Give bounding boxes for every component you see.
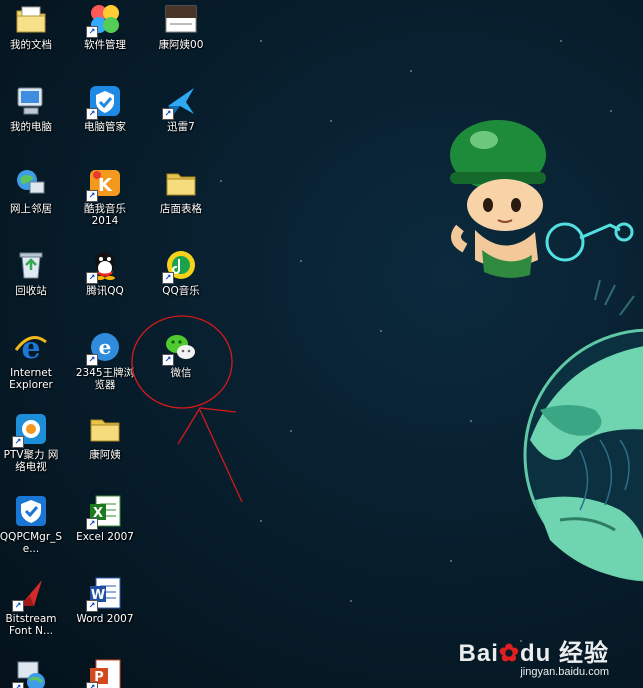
excel-icon: X ↗ (86, 494, 122, 530)
desktop-icon-label: 软件管理 (84, 39, 126, 51)
desktop-icon-my-computer[interactable]: 我的电脑 (0, 84, 62, 133)
desktop-icon-label: 康阿姨00 (158, 39, 204, 51)
shortcut-arrow-icon: ↗ (86, 108, 98, 120)
desktop-icon-label: 我的文档 (10, 39, 52, 51)
folder-icon (164, 166, 198, 200)
paw-icon: ✿ (498, 640, 520, 667)
shortcut-arrow-icon: ↗ (86, 682, 98, 688)
shortcut-arrow-icon: ↗ (12, 682, 24, 688)
desktop-icon-word[interactable]: W ↗ Word 2007 (74, 576, 136, 625)
desktop-icon-label: Bitstream Font N... (5, 613, 57, 637)
pc-manager-shield-icon: ↗ (86, 84, 122, 120)
desktop-icon-powerpoint[interactable]: P ↗ (74, 658, 136, 688)
recycle-bin-icon (14, 248, 48, 282)
desktop-icon-label: Internet Explorer (9, 367, 53, 391)
desktop-icon-pptv[interactable]: ↗ PTV聚力 网 络电视 (0, 412, 62, 473)
shortcut-arrow-icon: ↗ (162, 272, 174, 284)
desktop-icon-my-documents-folder[interactable]: 我的文档 (0, 2, 62, 51)
qq-penguin-icon: ↗ (86, 248, 122, 284)
desktop-icon-document-thumbnail[interactable]: 康阿姨00 (150, 2, 212, 51)
desktop-icon-qq-music[interactable]: ↗ QQ音乐 (150, 248, 212, 297)
shortcut-arrow-icon: ↗ (162, 108, 174, 120)
desktop-icon-pc-manager-shield[interactable]: ↗ 电脑管家 (74, 84, 136, 133)
watermark-bai: Bai (458, 640, 499, 667)
desktop-icon-folder[interactable]: 康阿姨 (74, 412, 136, 461)
baidu-jingyan-watermark: Bai✿du 经验 jingyan.baidu.com (459, 633, 609, 678)
svg-text:K: K (98, 175, 113, 196)
powerpoint-icon: P ↗ (86, 658, 122, 688)
bitstream-font-icon: ↗ (12, 576, 48, 612)
watermark-jingyan: 经验 (559, 640, 609, 667)
shortcut-arrow-icon: ↗ (86, 354, 98, 366)
network-tool-icon: ↗ (12, 658, 48, 688)
planet-graphic (523, 279, 643, 582)
kuwo-music-icon: K ↗ (86, 166, 122, 202)
desktop-icon-label: 酷我音乐 2014 (84, 203, 126, 227)
desktop-icon-qq-penguin[interactable]: ↗ 腾讯QQ (74, 248, 136, 297)
desktop-icon-label: PTV聚力 网 络电视 (3, 449, 59, 473)
svg-text:e: e (99, 335, 112, 359)
desktop-icon-label: Excel 2007 (76, 531, 134, 543)
network-places-icon (14, 166, 48, 200)
shortcut-arrow-icon: ↗ (162, 354, 174, 366)
desktop-icon-label: 店面表格 (160, 203, 202, 215)
xunlei-bird-icon: ↗ (162, 84, 198, 120)
shortcut-arrow-icon: ↗ (86, 190, 98, 202)
wechat-icon: ↗ (162, 330, 198, 366)
desktop-icon-label: 微信 (170, 367, 192, 379)
word-icon: W ↗ (86, 576, 122, 612)
desktop-icon-recycle-bin[interactable]: 回收站 (0, 248, 62, 297)
pptv-icon: ↗ (12, 412, 48, 448)
desktop-icon-wechat[interactable]: ↗ 微信 (150, 330, 212, 379)
my-computer-icon (14, 84, 48, 118)
cartoon-soldier-graphic (450, 120, 634, 278)
shortcut-arrow-icon: ↗ (86, 600, 98, 612)
desktop-icon-network-places[interactable]: 网上邻居 (0, 166, 62, 215)
desktop-icon-kuwo-music[interactable]: K ↗ 酷我音乐 2014 (74, 166, 136, 227)
watermark-du: du (520, 640, 552, 667)
shortcut-arrow-icon: ↗ (12, 600, 24, 612)
desktop-icon-qqpcmgr-shield[interactable]: QQPCMgr_Se... (0, 494, 62, 555)
desktop-icon-network-tool[interactable]: ↗ (0, 658, 62, 688)
arrow-line (199, 409, 243, 503)
desktop-icon-label: 2345王牌浏 览器 (75, 367, 135, 391)
desktop-icon-internet-explorer[interactable]: e Internet Explorer (0, 330, 62, 391)
software-manager-icon: ↗ (86, 2, 122, 38)
desktop-icon-software-manager[interactable]: ↗ 软件管理 (74, 2, 136, 51)
arrow-head (177, 407, 237, 445)
desktop-icon-browser-2345[interactable]: e ↗ 2345王牌浏 览器 (74, 330, 136, 391)
desktop-icon-label: 迅雷7 (167, 121, 195, 133)
desktop-icon-label: QQ音乐 (162, 285, 200, 297)
my-documents-folder-icon (14, 2, 48, 36)
desktop-icon-label: Word 2007 (76, 613, 134, 625)
desktop-icon-folder[interactable]: 店面表格 (150, 166, 212, 215)
desktop-icon-label: 康阿姨 (89, 449, 121, 461)
desktop-icon-label: 我的电脑 (10, 121, 52, 133)
folder-icon (88, 412, 122, 446)
shortcut-arrow-icon: ↗ (12, 436, 24, 448)
wallpaper-illustration (450, 120, 643, 582)
desktop-icon-label: 电脑管家 (84, 121, 126, 133)
desktop-icon-excel[interactable]: X ↗ Excel 2007 (74, 494, 136, 543)
desktop-icon-bitstream-font[interactable]: ↗ Bitstream Font N... (0, 576, 62, 637)
shortcut-arrow-icon: ↗ (86, 272, 98, 284)
desktop-icon-label: QQPCMgr_Se... (0, 531, 63, 555)
qq-music-icon: ↗ (162, 248, 198, 284)
internet-explorer-icon: e (14, 330, 48, 364)
desktop-icon-xunlei-bird[interactable]: ↗ 迅雷7 (150, 84, 212, 133)
browser-2345-icon: e ↗ (86, 330, 122, 366)
desktop-icon-label: 回收站 (15, 285, 47, 297)
svg-text:e: e (21, 331, 40, 364)
shortcut-arrow-icon: ↗ (86, 26, 98, 38)
desktop-icon-label: 腾讯QQ (86, 285, 124, 297)
shortcut-arrow-icon: ↗ (86, 518, 98, 530)
desktop-icon-label: 网上邻居 (10, 203, 52, 215)
qqpcmgr-shield-icon (14, 494, 48, 528)
document-thumbnail-icon (164, 2, 198, 36)
